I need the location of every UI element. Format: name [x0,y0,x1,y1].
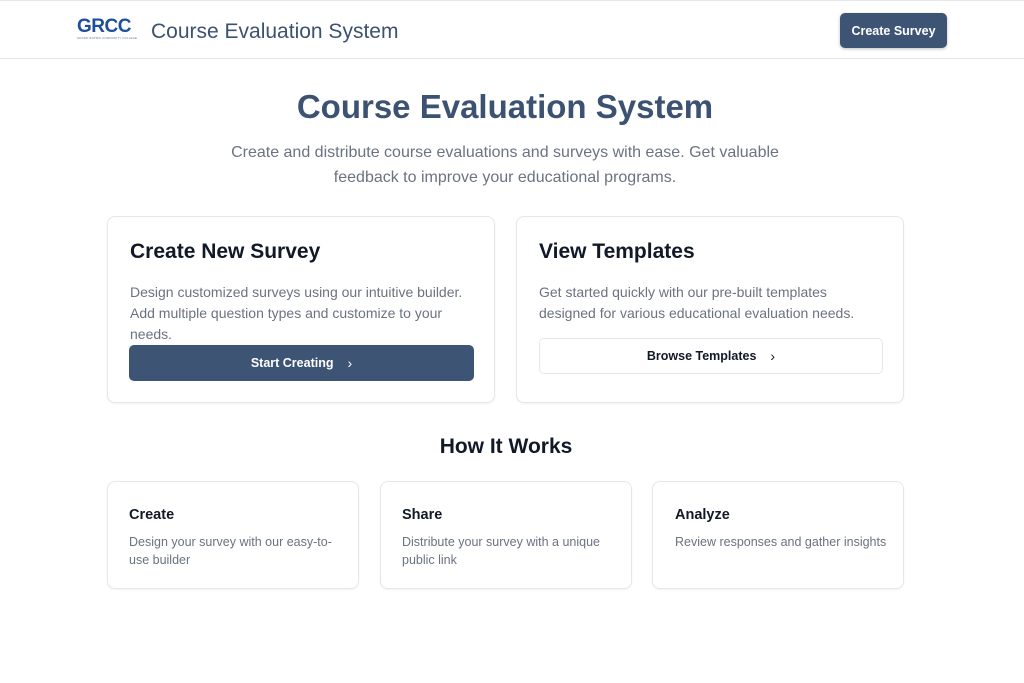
step-card-share: Share Distribute your survey with a uniq… [380,481,632,589]
hero-title: Course Evaluation System [296,88,714,125]
app-title[interactable]: Course Evaluation System [151,20,398,44]
button-label: Start Creating [250,356,334,370]
start-creating-button[interactable]: Start Creating › [129,345,474,381]
browse-templates-button[interactable]: Browse Templates › [539,338,883,374]
step-description: Distribute your survey with a unique pub… [402,535,601,567]
view-templates-card: View Templates Get started quickly with … [516,216,904,403]
step-description: Design your survey with our easy-to-use … [129,535,332,567]
card-description: Design customized surveys using our intu… [130,284,463,342]
step-title: Analyze [675,507,730,523]
card-title: Create New Survey [130,240,321,263]
hero-subtitle: Create and distribute course evaluations… [231,144,779,186]
chevron-right-icon: › [347,355,353,371]
step-title: Create [129,507,175,523]
step-description: Review responses and gather insights [675,535,887,549]
step-title: Share [402,507,443,523]
create-survey-card: Create New Survey Design customized surv… [107,216,495,403]
button-label: Browse Templates [646,349,757,363]
logo-mark: GRCC [77,16,131,37]
card-title: View Templates [539,240,695,263]
how-it-works-title: How It Works [439,435,573,458]
card-description: Get started quickly with our pre-built t… [539,284,855,321]
step-card-create: Create Design your survey with our easy-… [107,481,359,589]
chevron-right-icon: › [770,348,776,364]
logo-subtext: GRAND RAPIDS COMMUNITY COLLEGE [77,36,138,40]
step-card-analyze: Analyze Review responses and gather insi… [652,481,904,589]
top-navbar: GRCC GRAND RAPIDS COMMUNITY COLLEGE Cour… [0,0,1024,59]
create-survey-button[interactable]: Create Survey [840,13,947,48]
grcc-logo[interactable]: GRCC GRAND RAPIDS COMMUNITY COLLEGE [77,16,138,42]
